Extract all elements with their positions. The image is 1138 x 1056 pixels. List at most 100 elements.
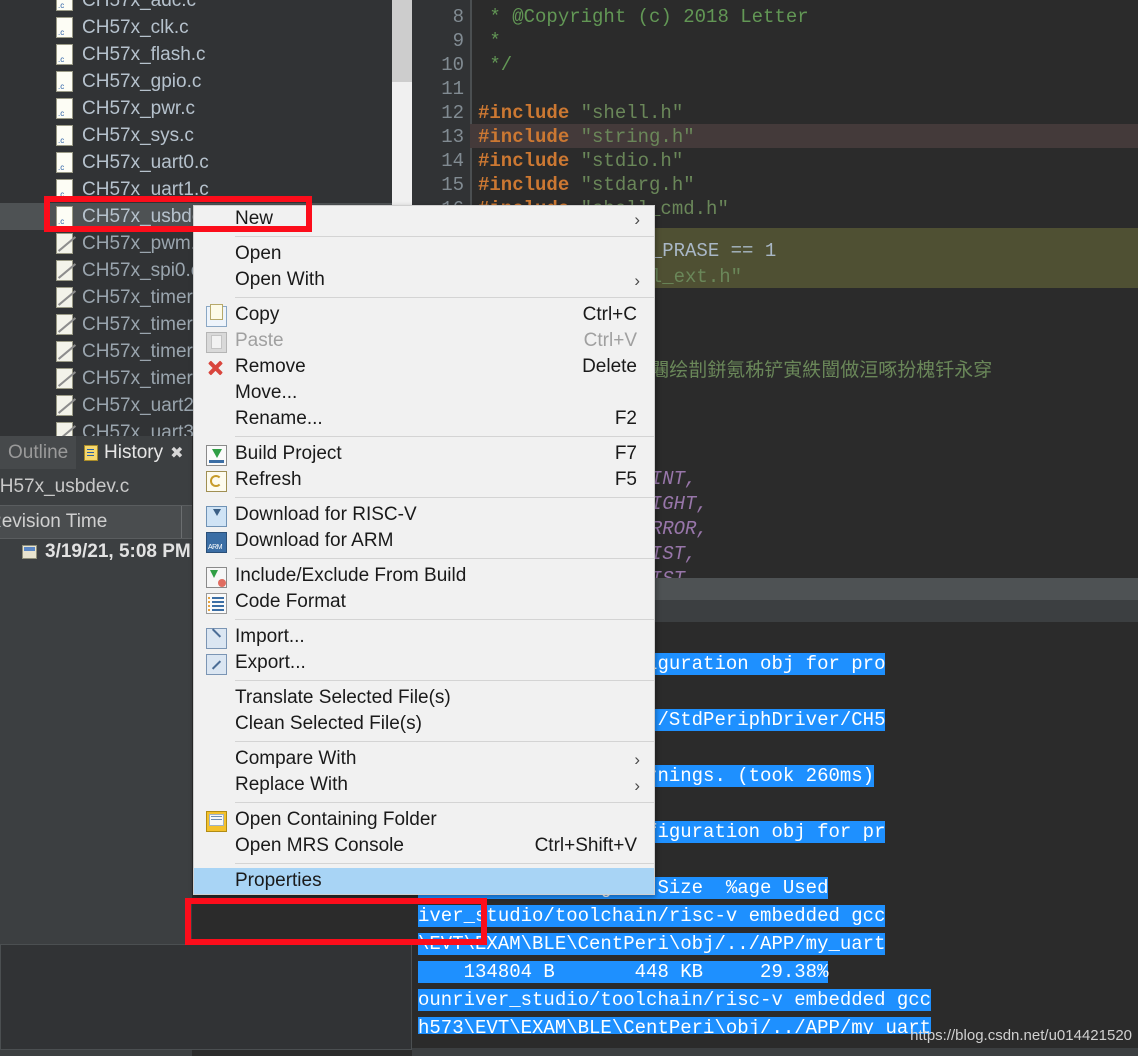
- menu-item-remove[interactable]: Remove Delete: [194, 354, 654, 380]
- c-file-icon: [56, 44, 73, 65]
- close-icon[interactable]: ✖: [170, 443, 183, 463]
- menu-item-open-with[interactable]: Open With ›: [194, 267, 654, 293]
- view-tabstrip: Outline History ✖: [0, 436, 192, 469]
- menu-separator: [235, 236, 654, 237]
- tree-item-file[interactable]: CH57x_pwr.c: [0, 95, 392, 122]
- menu-item-label: Properties: [235, 870, 322, 891]
- line-number: 15: [441, 174, 464, 196]
- column-divider[interactable]: [181, 506, 182, 538]
- tab-history[interactable]: History ✖: [76, 436, 192, 469]
- menu-item-accelerator: F5: [614, 469, 637, 490]
- c-file-excluded-icon: [56, 422, 73, 436]
- c-file-icon: [56, 98, 73, 119]
- menu-item-label: Translate Selected File(s): [235, 687, 451, 708]
- menu-item-new[interactable]: New ›: [194, 206, 654, 232]
- menu-item-build-project[interactable]: Build Project F7: [194, 441, 654, 467]
- remove-icon: [206, 358, 225, 377]
- menu-item-move[interactable]: Move...: [194, 380, 654, 406]
- menu-item-include-exclude-from-build[interactable]: Include/Exclude From Build: [194, 563, 654, 589]
- menu-item-clean-selected-file-s[interactable]: Clean Selected File(s): [194, 711, 654, 737]
- menu-item-label: Open MRS Console: [235, 835, 404, 856]
- c-file-excluded-icon: [56, 287, 73, 308]
- import-icon: [206, 628, 227, 649]
- code-line[interactable]: * @Copyright (c) 2018 Letter: [478, 6, 808, 28]
- menu-item-label: Include/Exclude From Build: [235, 565, 467, 586]
- menu-item-label: Download for RISC-V: [235, 504, 417, 525]
- include-exclude-icon: [206, 567, 227, 588]
- line-number: 11: [441, 78, 464, 100]
- tree-item-label: CH57x_clk.c: [82, 16, 189, 38]
- explorer-scrollbar-thumb[interactable]: [392, 0, 412, 82]
- menu-item-accelerator: Ctrl+Shift+V: [534, 835, 637, 856]
- tree-item-file[interactable]: CH57x_sys.c: [0, 122, 392, 149]
- menu-item-rename[interactable]: Rename... F2: [194, 406, 654, 432]
- menu-item-properties[interactable]: Properties: [194, 868, 654, 894]
- menu-separator: [235, 802, 654, 803]
- menu-item-label: Clean Selected File(s): [235, 713, 422, 734]
- code-line[interactable]: */: [478, 54, 512, 76]
- menu-item-accelerator: Delete: [582, 356, 637, 377]
- menu-item-label: Replace With: [235, 774, 348, 795]
- menu-separator: [235, 680, 654, 681]
- menu-separator: [235, 436, 654, 437]
- tree-item-file[interactable]: CH57x_uart1.c: [0, 176, 392, 203]
- menu-item-copy[interactable]: Copy Ctrl+C: [194, 302, 654, 328]
- code-line[interactable]: #include "shell.h": [478, 102, 683, 124]
- menu-separator: [235, 863, 654, 864]
- tree-item-label: CH57x_uart3.c: [82, 421, 209, 437]
- menu-item-open-mrs-console[interactable]: Open MRS Console Ctrl+Shift+V: [194, 833, 654, 859]
- c-file-icon: [56, 17, 73, 38]
- menu-item-open[interactable]: Open: [194, 241, 654, 267]
- line-number: 14: [441, 150, 464, 172]
- tree-item-file[interactable]: CH57x_clk.c: [0, 14, 392, 41]
- menu-item-translate-selected-file-s[interactable]: Translate Selected File(s): [194, 685, 654, 711]
- menu-item-import[interactable]: Import...: [194, 624, 654, 650]
- history-file-name: CH57x_usbdev.c: [0, 476, 130, 497]
- c-file-icon: [56, 0, 73, 11]
- menu-item-label: Refresh: [235, 469, 302, 490]
- menu-separator: [235, 297, 654, 298]
- ide-window: CH57x_adc.c CH57x_clk.c CH57x_flash.c CH57x…: [0, 0, 1138, 1056]
- menu-item-code-format[interactable]: Code Format: [194, 589, 654, 615]
- menu-item-refresh[interactable]: Refresh F5: [194, 467, 654, 493]
- code-line[interactable]: *: [478, 30, 500, 52]
- menu-item-label: Download for ARM: [235, 530, 394, 551]
- tab-history-label: History: [104, 441, 164, 463]
- line-number: 12: [441, 102, 464, 124]
- tree-item-label: CH57x_pwm.c: [82, 232, 206, 254]
- line-number: 9: [452, 30, 464, 52]
- paste-icon: [206, 332, 227, 353]
- menu-item-label: Remove: [235, 356, 306, 377]
- download-riscv-icon: [206, 506, 227, 527]
- menu-item-download-for-arm[interactable]: Download for ARM: [194, 528, 654, 554]
- menu-item-label: Code Format: [235, 591, 346, 612]
- menu-item-download-for-risc-v[interactable]: Download for RISC-V: [194, 502, 654, 528]
- history-row[interactable]: 3/19/21, 5:08 PM: [0, 537, 214, 567]
- chevron-right-icon: ›: [634, 749, 640, 769]
- file-context-menu[interactable]: New › Open Open With › Copy Ctrl+C Paste Ctrl+V R…: [193, 205, 655, 895]
- code-line[interactable]: #include "stdio.h": [478, 150, 683, 172]
- history-column-header[interactable]: Revision Time: [0, 505, 192, 539]
- code-line[interactable]: #include "stdarg.h": [478, 174, 695, 196]
- menu-item-label: Compare With: [235, 748, 357, 769]
- refresh-icon: [206, 471, 227, 492]
- menu-item-replace-with[interactable]: Replace With ›: [194, 772, 654, 798]
- menu-item-compare-with[interactable]: Compare With ›: [194, 746, 654, 772]
- tree-item-file[interactable]: CH57x_gpio.c: [0, 68, 392, 95]
- folder-icon: [206, 811, 227, 832]
- menu-item-export[interactable]: Export...: [194, 650, 654, 676]
- tab-outline[interactable]: Outline: [0, 436, 77, 469]
- tree-item-file[interactable]: CH57x_uart0.c: [0, 149, 392, 176]
- menu-item-open-containing-folder[interactable]: Open Containing Folder: [194, 807, 654, 833]
- tree-item-label: CH57x_uart0.c: [82, 151, 209, 173]
- line-number: 13: [441, 126, 464, 148]
- revision-time-value: 3/19/21, 5:08 PM: [45, 541, 191, 562]
- chevron-right-icon: ›: [634, 209, 640, 229]
- code-line[interactable]: ell闀绘剒鉼氪秭铲寅紩闓做洹啄扮槐钎永穿: [628, 355, 992, 382]
- tree-item-file[interactable]: CH57x_adc.c: [0, 0, 392, 14]
- menu-item-paste[interactable]: Paste Ctrl+V: [194, 328, 654, 354]
- tree-item-label: CH57x_adc.c: [82, 0, 197, 11]
- c-file-icon: [56, 125, 73, 146]
- tree-item-file[interactable]: CH57x_flash.c: [0, 41, 392, 68]
- code-line[interactable]: #include "string.h": [478, 126, 695, 148]
